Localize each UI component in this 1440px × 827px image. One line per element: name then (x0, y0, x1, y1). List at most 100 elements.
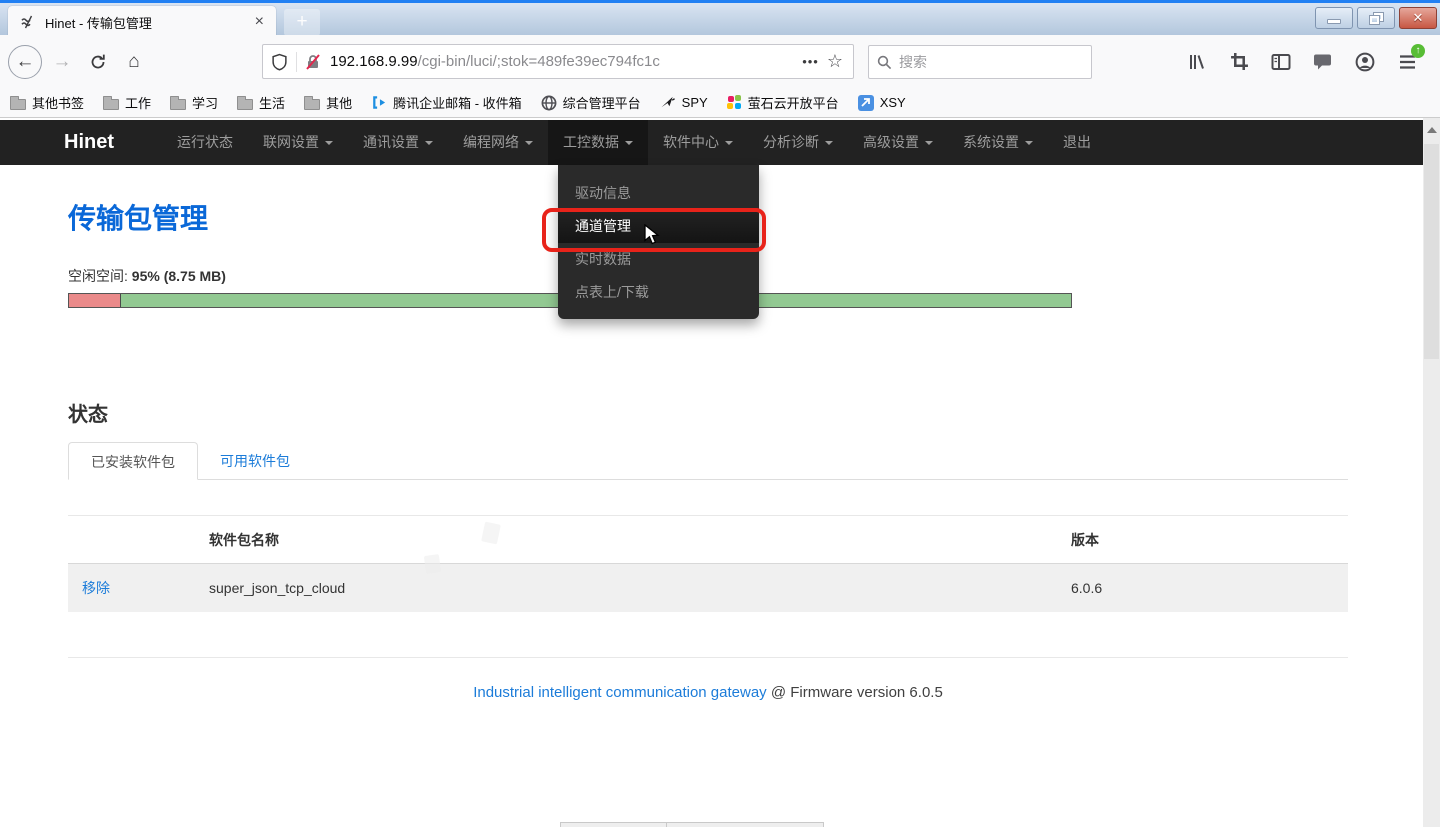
bookmark-folder[interactable]: 工作 (103, 93, 151, 112)
bookmark-folder[interactable]: 学习 (170, 93, 218, 112)
folder-icon (237, 99, 253, 110)
back-button[interactable]: ← (8, 45, 42, 79)
site-favicon-icon (20, 14, 36, 30)
folder-icon (103, 99, 119, 110)
nav-item-system-settings[interactable]: 系统设置 (948, 120, 1048, 165)
nav-item-logout[interactable]: 退出 (1048, 120, 1106, 165)
chevron-down-icon (1025, 141, 1033, 145)
dart-icon (660, 95, 676, 110)
nav-item-analysis-diagnosis[interactable]: 分析诊断 (748, 120, 848, 165)
nav-item-industrial-data[interactable]: 工控数据 (548, 120, 648, 165)
bookmark-label: 萤石云开放平台 (748, 93, 839, 112)
site-navbar: Hinet 运行状态 联网设置 通讯设置 编程网络 工控数据 软件中心 分析诊断… (0, 120, 1423, 165)
urlbar-divider (296, 52, 297, 72)
chevron-down-icon (725, 141, 733, 145)
bookmark-item[interactable]: XSY (858, 95, 906, 111)
bottom-partial-element (560, 822, 667, 827)
bookmark-folder[interactable]: 其他书签 (10, 93, 84, 112)
dropdown-item-point-table[interactable]: 点表上/下载 (558, 276, 759, 309)
chevron-down-icon (825, 141, 833, 145)
home-button[interactable]: ⌂ (118, 46, 150, 78)
nav-item-programming-network[interactable]: 编程网络 (448, 120, 548, 165)
window-titlebar: Hinet - 传输包管理 × + ✕ (0, 0, 1440, 35)
tab-available-packages[interactable]: 可用软件包 (198, 442, 312, 480)
window-controls: ✕ (1315, 7, 1437, 29)
status-heading: 状态 (68, 398, 1348, 427)
library-icon[interactable] (1186, 51, 1208, 73)
url-domain: 192.168.9.99 (330, 53, 418, 70)
bookmark-item[interactable]: SPY (660, 95, 708, 110)
browser-chrome: ← → ⌂ 192.168.9.99/cgi-bin/luci/;stok=48… (0, 35, 1440, 118)
restore-icon (1370, 13, 1383, 24)
chevron-down-icon (525, 141, 533, 145)
remove-link[interactable]: 移除 (82, 580, 110, 596)
bookmark-item[interactable]: 综合管理平台 (541, 93, 641, 112)
name-column-header: 软件包名称 (209, 530, 1071, 550)
watermark-artifact (424, 554, 441, 574)
insecure-lock-icon[interactable] (305, 54, 321, 70)
toolbar-icons: ↑ (1186, 35, 1418, 88)
bookmark-label: 生活 (259, 93, 285, 112)
close-icon: ✕ (1413, 10, 1424, 26)
dropdown-item-driver-info[interactable]: 驱动信息 (558, 177, 759, 210)
screenshot-crop-icon[interactable] (1228, 51, 1250, 73)
page-footer: Industrial intelligent communication gat… (68, 684, 1348, 701)
minimize-icon (1327, 19, 1341, 24)
package-version: 6.0.6 (1071, 580, 1347, 596)
divider (68, 657, 1348, 658)
tracking-shield-icon[interactable] (271, 53, 288, 71)
reload-button[interactable] (82, 46, 114, 78)
bookmark-item[interactable]: 萤石云开放平台 (727, 93, 839, 112)
xsy-icon (858, 95, 874, 111)
globe-icon (541, 95, 557, 111)
ezviz-icon (727, 95, 742, 110)
minimize-button[interactable] (1315, 7, 1353, 29)
nav-item-software-center[interactable]: 软件中心 (648, 120, 748, 165)
bookmark-label: 工作 (125, 93, 151, 112)
bookmark-folder[interactable]: 生活 (237, 93, 285, 112)
account-icon[interactable] (1354, 51, 1376, 73)
close-button[interactable]: ✕ (1399, 7, 1437, 29)
bookmark-label: 腾讯企业邮箱 - 收件箱 (393, 93, 522, 112)
version-column-header: 版本 (1071, 530, 1347, 550)
bookmark-star-icon[interactable]: ☆ (827, 51, 843, 72)
restore-button[interactable] (1357, 7, 1395, 29)
browser-tab[interactable]: Hinet - 传输包管理 × (8, 6, 276, 38)
url-path: /cgi-bin/luci/;stok=489fe39ec794fc1c (418, 53, 660, 70)
bookmarks-bar: 其他书签 工作 学习 生活 其他 腾讯企业邮箱 - 收件箱 综合管理平台 (0, 88, 1440, 117)
tab-close-icon[interactable]: × (251, 13, 268, 31)
nav-item-network-settings[interactable]: 联网设置 (248, 120, 348, 165)
space-used-segment (69, 294, 121, 307)
url-text[interactable]: 192.168.9.99/cgi-bin/luci/;stok=489fe39e… (330, 53, 794, 70)
forward-button[interactable]: → (46, 46, 78, 78)
nav-item-running-status[interactable]: 运行状态 (162, 120, 248, 165)
chevron-down-icon (625, 141, 633, 145)
exmail-icon (371, 95, 387, 110)
menu-button-wrap: ↑ (1396, 51, 1418, 73)
footer-text: @ Firmware version 6.0.5 (767, 684, 943, 701)
page-viewport: Hinet 运行状态 联网设置 通讯设置 编程网络 工控数据 软件中心 分析诊断… (0, 118, 1423, 827)
scroll-up-arrow-icon[interactable] (1427, 127, 1437, 133)
screen: { "window": { "tab_title": "Hinet - 传输包管… (0, 0, 1440, 827)
package-table: 软件包名称 版本 移除 super_json_tcp_cloud 6.0.6 (68, 515, 1348, 612)
folder-icon (304, 99, 320, 110)
scrollbar-thumb[interactable] (1424, 144, 1439, 359)
brand-logo[interactable]: Hinet (64, 131, 114, 154)
vertical-scrollbar[interactable] (1423, 118, 1440, 827)
page-actions-icon[interactable]: ••• (802, 54, 819, 69)
url-bar[interactable]: 192.168.9.99/cgi-bin/luci/;stok=489fe39e… (262, 44, 854, 79)
bookmark-folder[interactable]: 其他 (304, 93, 352, 112)
bookmark-item[interactable]: 腾讯企业邮箱 - 收件箱 (371, 93, 522, 112)
nav-item-advanced-settings[interactable]: 高级设置 (848, 120, 948, 165)
new-tab-button[interactable]: + (284, 9, 320, 36)
bookmark-label: SPY (682, 95, 708, 110)
bookmark-label: 综合管理平台 (563, 93, 641, 112)
search-input[interactable] (899, 54, 1083, 70)
tab-installed-packages[interactable]: 已安装软件包 (68, 442, 198, 480)
chevron-down-icon (425, 141, 433, 145)
sidebar-toggle-icon[interactable] (1270, 51, 1292, 73)
footer-link[interactable]: Industrial intelligent communication gat… (473, 684, 767, 701)
nav-item-comm-settings[interactable]: 通讯设置 (348, 120, 448, 165)
message-bubble-icon[interactable] (1312, 51, 1334, 73)
search-bar[interactable] (868, 45, 1092, 79)
